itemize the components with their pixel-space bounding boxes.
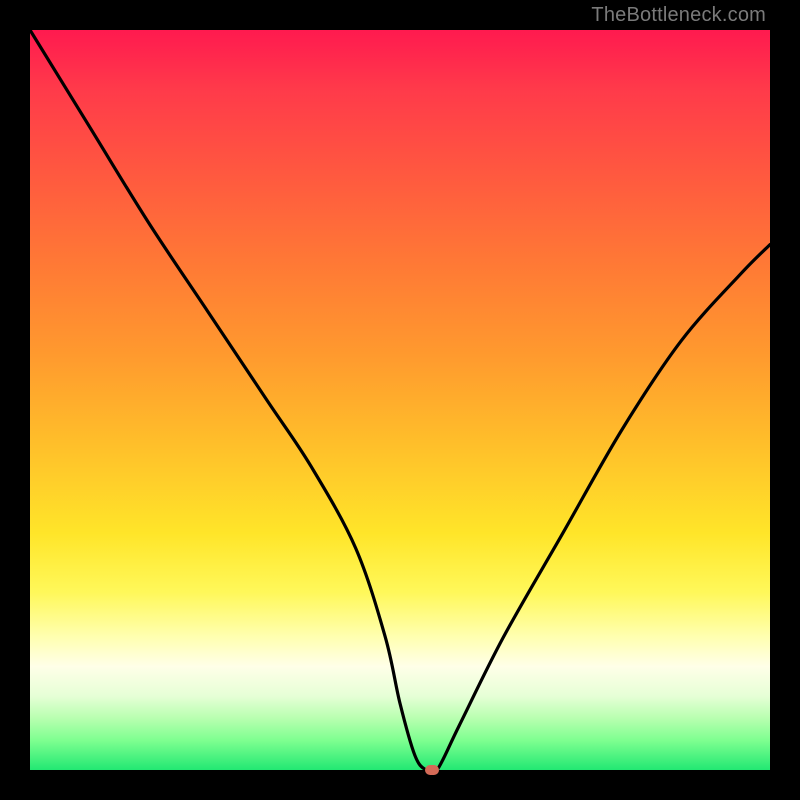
chart-frame: TheBottleneck.com: [0, 0, 800, 800]
plot-area: [30, 30, 770, 770]
watermark-text: TheBottleneck.com: [591, 4, 766, 27]
bottleneck-curve: [30, 30, 770, 770]
minimum-marker: [425, 765, 439, 775]
